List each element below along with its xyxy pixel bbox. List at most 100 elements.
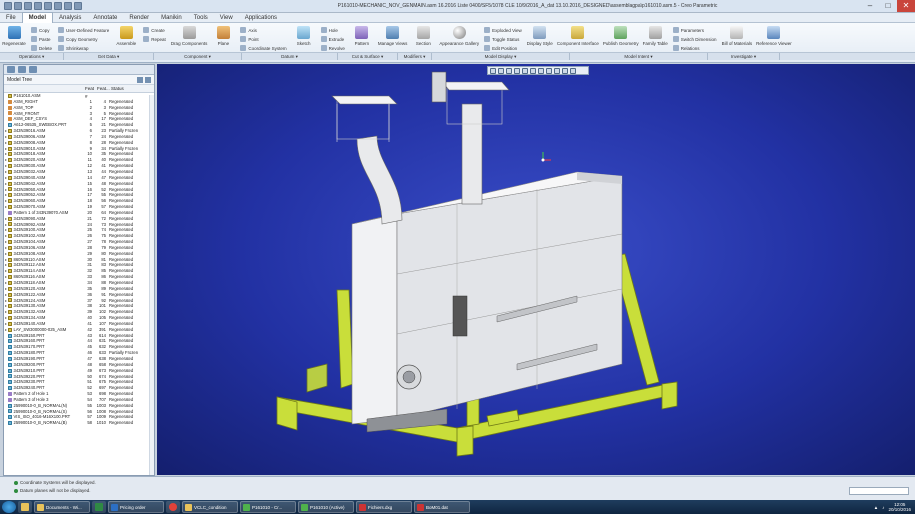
pat-icon (8, 397, 12, 402)
selection-filter[interactable] (849, 487, 909, 495)
taskbar-pinned-explorer[interactable] (18, 501, 32, 513)
repeat-icon (143, 36, 150, 42)
redo-icon[interactable] (44, 2, 52, 10)
tab-file[interactable]: File (0, 13, 22, 23)
copy-geometry-button[interactable]: Copy Geometry (58, 36, 109, 42)
zoom-in-icon[interactable] (498, 67, 504, 74)
tree-row[interactable]: 25990010-0_B_NORMAL(B) 58 1010 Regenerated (4, 420, 154, 426)
repaint-icon[interactable] (514, 67, 520, 74)
switch-dimension-button[interactable]: Switch Dimension (672, 36, 717, 42)
clock[interactable]: 12:05 20/10/2016 (888, 502, 911, 512)
col-feat-id[interactable]: Feat... (94, 85, 110, 92)
asm-icon (8, 158, 12, 163)
tab-analysis[interactable]: Analysis (53, 13, 87, 23)
parameters-button[interactable]: Parameters (672, 27, 717, 33)
group-datum[interactable]: Datum ▾ (242, 53, 338, 60)
regenerate-icon (7, 26, 21, 39)
extrude-button[interactable]: Extrude (320, 36, 345, 42)
group-model-intent[interactable]: Model Intent ▾ (570, 53, 708, 60)
tab-view[interactable]: View (214, 13, 239, 23)
group-modifiers[interactable]: Modifiers ▾ (398, 53, 432, 60)
annotation-display-icon[interactable] (570, 67, 576, 74)
prt-icon (8, 333, 12, 338)
regenerate-icon[interactable] (54, 2, 62, 10)
group-cut-surface[interactable]: Cut & Surface ▾ (338, 53, 398, 60)
manage-views-icon (386, 26, 400, 39)
refit-icon[interactable] (490, 67, 496, 74)
group-investigate[interactable]: Investigate ▾ (708, 53, 780, 60)
task-pdf-1[interactable]: Fichiers.dxg (356, 501, 412, 513)
task-creo-2[interactable]: P161010 (Active) (298, 501, 354, 513)
undo-icon[interactable] (34, 2, 42, 10)
graphics-window[interactable] (157, 64, 915, 475)
group-component[interactable]: Component ▾ (154, 53, 242, 60)
hole-button[interactable]: Hole (320, 27, 345, 33)
copy-button[interactable]: Copy (31, 27, 52, 33)
group-operations[interactable]: Operations ▾ (0, 53, 64, 60)
favorites-tab-icon[interactable] (29, 66, 37, 73)
col-name[interactable] (4, 85, 82, 92)
tab-model[interactable]: Model (21, 12, 54, 23)
prt-icon (8, 409, 12, 414)
col-status[interactable]: Status (108, 85, 148, 92)
info-icon (14, 480, 18, 485)
close-window-icon[interactable] (74, 2, 82, 10)
close-button[interactable]: ✕ (897, 0, 915, 12)
create-button[interactable]: Create (143, 27, 166, 33)
task-creo-1[interactable]: P161010 - Cr... (240, 501, 296, 513)
task-documents[interactable]: Documents - Wi... (34, 501, 90, 513)
minimize-button[interactable]: – (861, 0, 879, 12)
edit-position-button[interactable]: Edit Position (484, 45, 522, 51)
tab-manikin[interactable]: Manikin (155, 13, 188, 23)
view-manager-icon[interactable] (538, 67, 544, 74)
tab-render[interactable]: Render (123, 13, 155, 23)
axis-button[interactable]: Axis (240, 27, 286, 33)
copy-geometry-icon (58, 36, 65, 42)
shrinkwrap-button[interactable]: Shrinkwrap (58, 45, 109, 51)
revolve-button[interactable]: Revolve (320, 45, 345, 51)
saved-orientations-icon[interactable] (530, 67, 536, 74)
settings-icon[interactable] (137, 76, 143, 83)
point-button[interactable]: Point (240, 36, 286, 42)
udf-button[interactable]: User-Defined Feature (58, 27, 109, 33)
task-pricing[interactable]: Pricing order (108, 501, 164, 513)
tab-tools[interactable]: Tools (188, 13, 214, 23)
toggle-status-button[interactable]: Toggle Status (484, 36, 522, 42)
coord-system-button[interactable]: Coordinate System (240, 45, 287, 51)
volume-icon[interactable]: ♪ (882, 505, 884, 510)
delete-button[interactable]: Delete (31, 45, 52, 51)
exploded-view-button[interactable]: Exploded View (484, 27, 522, 33)
open-icon[interactable] (14, 2, 22, 10)
model-tree-tab-icon[interactable] (7, 66, 15, 73)
status-message-1: Coordinate Systems will be displayed. (14, 480, 96, 485)
zoom-out-icon[interactable] (506, 67, 512, 74)
tab-annotate[interactable]: Annotate (87, 13, 123, 23)
group-get-data[interactable]: Get Data ▾ (64, 53, 154, 60)
network-icon[interactable]: ▲ (874, 505, 878, 510)
group-model-display[interactable]: Model Display ▾ (432, 53, 570, 60)
taskbar-pinned-chrome[interactable] (166, 501, 180, 513)
navigator-tabs (4, 65, 154, 75)
new-icon[interactable] (4, 2, 12, 10)
perspective-icon[interactable] (546, 67, 552, 74)
udf-icon (58, 27, 65, 33)
csys-marker (541, 152, 551, 162)
relations-button[interactable]: Relations (672, 45, 717, 51)
tab-applications[interactable]: Applications (239, 13, 283, 23)
task-vclc[interactable]: VCLC_condition (182, 501, 238, 513)
spin-center-icon[interactable] (562, 67, 568, 74)
taskbar-pinned-excel[interactable] (92, 501, 106, 513)
paste-button[interactable]: Paste (31, 36, 52, 42)
save-icon[interactable] (24, 2, 32, 10)
display-style-icon[interactable] (522, 67, 528, 74)
model-tree-scrollbar[interactable] (149, 95, 154, 475)
start-button[interactable] (2, 501, 16, 513)
task-pdf-2[interactable]: BoM01.dat (414, 501, 470, 513)
folder-browser-tab-icon[interactable] (18, 66, 26, 73)
maximize-button[interactable]: □ (879, 0, 897, 12)
show-icon[interactable] (145, 76, 151, 83)
col-feat-num[interactable]: Feat # (82, 85, 94, 99)
datum-display-icon[interactable] (554, 67, 560, 74)
windows-icon[interactable] (64, 2, 72, 10)
repeat-button[interactable]: Repeat (143, 36, 166, 42)
